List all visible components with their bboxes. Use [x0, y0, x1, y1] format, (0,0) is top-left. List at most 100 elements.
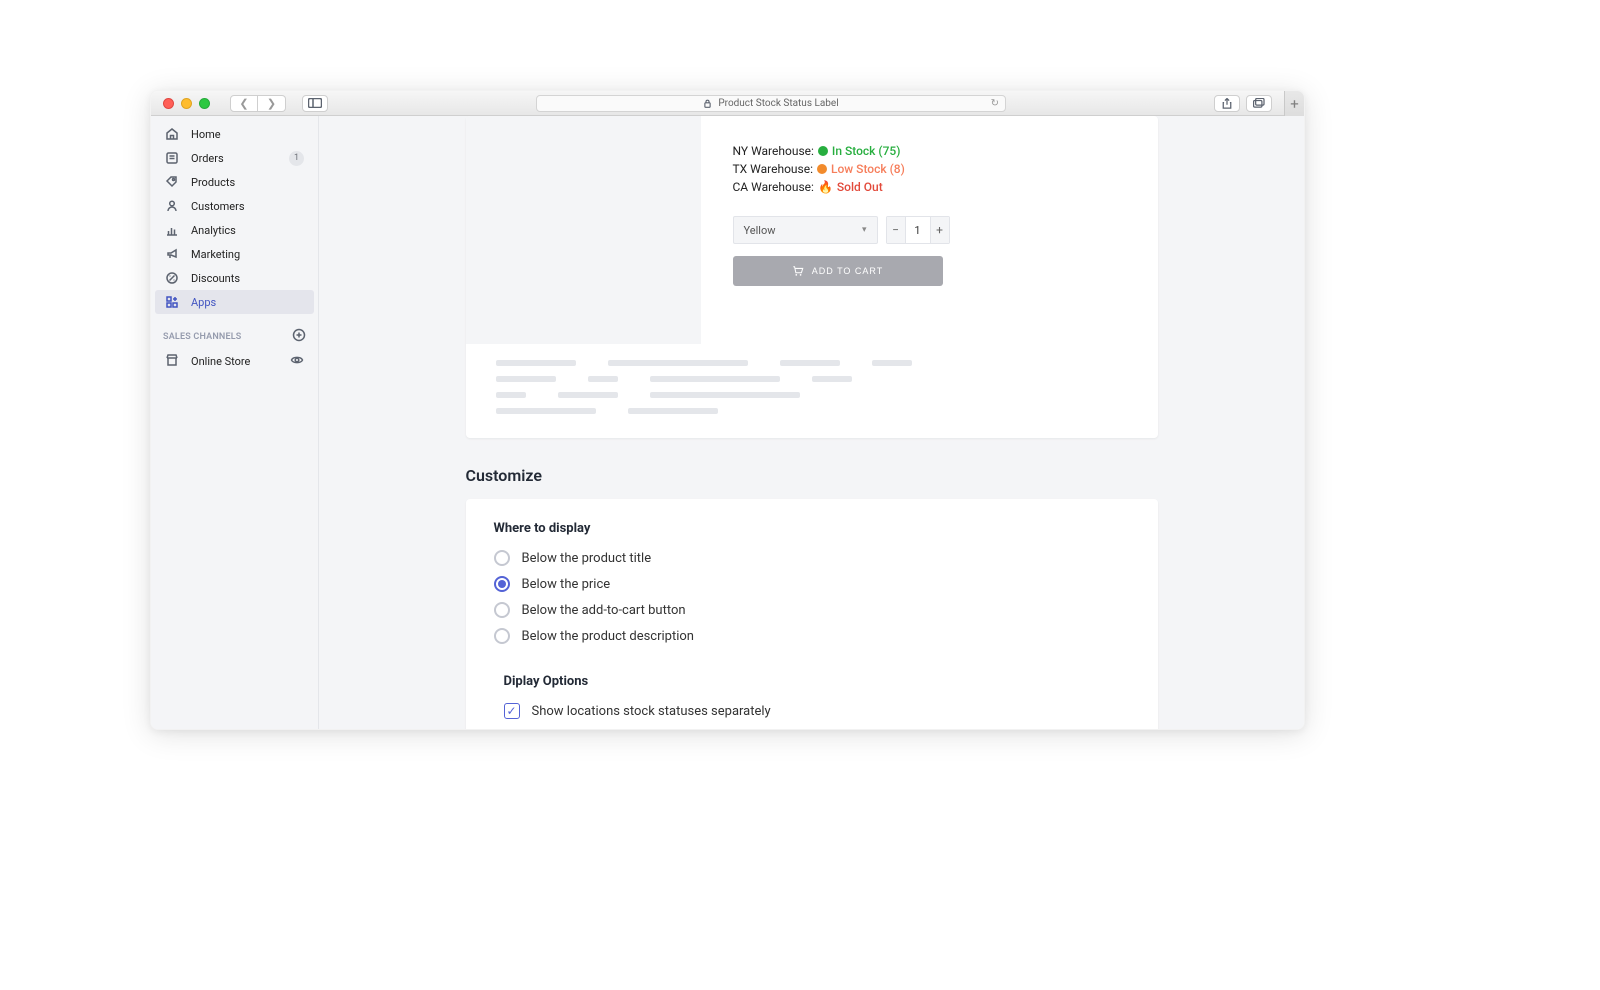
description-skeleton — [466, 344, 1158, 414]
radio-label: Below the product title — [522, 551, 652, 566]
radio-icon — [494, 628, 510, 644]
add-to-cart-label: ADD TO CART — [812, 266, 884, 276]
page-title: Product Stock Status Label — [718, 98, 838, 109]
sidebar-item-customers[interactable]: Customers — [155, 194, 314, 218]
cart-icon — [792, 265, 804, 277]
orders-icon — [165, 151, 179, 165]
chart-icon — [165, 223, 179, 237]
tag-icon — [165, 175, 179, 189]
nav-forward-button[interactable]: ❯ — [258, 95, 286, 112]
sidebar-item-label: Analytics — [191, 224, 304, 237]
sidebar-layout-icon — [308, 98, 322, 108]
tabs-icon — [1253, 98, 1265, 108]
product-image-placeholder — [466, 116, 701, 344]
stock-status-value: In Stock (75) — [832, 144, 901, 158]
share-icon — [1222, 98, 1232, 109]
qty-increment-button[interactable]: + — [930, 216, 950, 244]
tabs-overview-button[interactable] — [1246, 95, 1272, 112]
variant-selected-value: Yellow — [744, 224, 776, 237]
refresh-icon[interactable]: ↻ — [991, 98, 999, 109]
variant-row: Yellow ▾ − 1 + — [733, 216, 1098, 244]
sidebar-item-home[interactable]: Home — [155, 122, 314, 146]
sidebar: Home Orders 1 Products Customers Analyti… — [151, 116, 319, 729]
show-locations-separately-checkbox[interactable]: Show locations stock statuses separately — [504, 703, 1130, 719]
variant-select[interactable]: Yellow ▾ — [733, 216, 878, 244]
chevron-down-icon: ▾ — [862, 225, 867, 235]
stock-status-value: Low Stock (8) — [831, 162, 905, 176]
sidebar-item-label: Orders — [191, 152, 277, 165]
apps-icon — [165, 295, 179, 309]
store-icon — [165, 353, 179, 370]
display-position-option[interactable]: Below the price — [494, 576, 1130, 592]
window-zoom-icon[interactable] — [199, 98, 210, 109]
radio-icon — [494, 602, 510, 618]
display-options-title: Diplay Options — [504, 674, 1130, 689]
traffic-lights — [163, 98, 210, 109]
orders-badge: 1 — [289, 151, 304, 166]
plus-icon: + — [1290, 95, 1299, 113]
browser-window: ❮ ❯ Product Stock Status Label ↻ + — [150, 90, 1305, 730]
status-dot-green-icon — [818, 146, 828, 156]
quantity-stepper: − 1 + — [886, 216, 950, 244]
product-preview-card: NY Warehouse: In Stock (75) TX Warehouse… — [466, 116, 1158, 438]
radio-selected-icon — [494, 576, 510, 592]
sidebar-section-title: SALES CHANNELS — [151, 314, 318, 349]
new-tab-button[interactable]: + — [1284, 91, 1304, 116]
radio-label: Below the add-to-cart button — [522, 603, 686, 618]
sidebar-item-analytics[interactable]: Analytics — [155, 218, 314, 242]
checkbox-label: Show locations stock statuses separately — [532, 704, 771, 719]
stock-status-line: CA Warehouse: 🔥 Sold Out — [733, 180, 1098, 194]
preview-store-button[interactable] — [290, 353, 304, 370]
sidebar-item-label: Apps — [191, 296, 304, 309]
window-minimize-icon[interactable] — [181, 98, 192, 109]
page: Home Orders 1 Products Customers Analyti… — [151, 116, 1304, 729]
sidebar-item-label: Online Store — [191, 355, 250, 368]
add-to-cart-button[interactable]: ADD TO CART — [733, 256, 943, 286]
sidebar-item-orders[interactable]: Orders 1 — [155, 146, 314, 170]
share-button[interactable] — [1214, 95, 1240, 112]
stock-location-label: CA Warehouse: — [733, 180, 814, 194]
sidebar-item-apps[interactable]: Apps — [155, 290, 314, 314]
sidebar-toggle-button[interactable] — [302, 95, 328, 112]
radio-label: Below the product description — [522, 629, 694, 644]
lock-icon — [703, 99, 712, 108]
display-position-option[interactable]: Below the product title — [494, 550, 1130, 566]
stock-status-line: TX Warehouse: Low Stock (8) — [733, 162, 1098, 176]
toolbar-right-icons — [1214, 95, 1272, 112]
nav-back-forward: ❮ ❯ — [230, 95, 286, 112]
stock-status-value: Sold Out — [837, 180, 883, 194]
radio-icon — [494, 550, 510, 566]
sidebar-item-discounts[interactable]: Discounts — [155, 266, 314, 290]
customize-card: Where to display Below the product title… — [466, 499, 1158, 729]
display-position-option[interactable]: Below the product description — [494, 628, 1130, 644]
sidebar-item-products[interactable]: Products — [155, 170, 314, 194]
stock-location-label: NY Warehouse: — [733, 144, 814, 158]
qty-decrement-button[interactable]: − — [886, 216, 906, 244]
discount-icon — [165, 271, 179, 285]
sidebar-section-label: SALES CHANNELS — [163, 332, 241, 342]
where-to-display-title: Where to display — [494, 521, 1130, 536]
chevron-right-icon: ❯ — [267, 98, 276, 109]
status-dot-orange-icon — [817, 164, 827, 174]
mac-titlebar: ❮ ❯ Product Stock Status Label ↻ + — [151, 91, 1304, 116]
add-channel-button[interactable] — [292, 328, 306, 345]
sidebar-item-marketing[interactable]: Marketing — [155, 242, 314, 266]
stock-status-line: NY Warehouse: In Stock (75) — [733, 144, 1098, 158]
product-details: NY Warehouse: In Stock (75) TX Warehouse… — [733, 116, 1158, 344]
chevron-left-icon: ❮ — [239, 98, 248, 109]
nav-back-button[interactable]: ❮ — [230, 95, 258, 112]
sidebar-item-label: Home — [191, 128, 304, 141]
home-icon — [165, 127, 179, 141]
sidebar-item-label: Marketing — [191, 248, 304, 261]
url-bar[interactable]: Product Stock Status Label ↻ — [536, 95, 1006, 112]
main-content: NY Warehouse: In Stock (75) TX Warehouse… — [319, 116, 1304, 729]
display-position-option[interactable]: Below the add-to-cart button — [494, 602, 1130, 618]
radio-label: Below the price — [522, 577, 611, 592]
checkbox-checked-icon — [504, 703, 520, 719]
sidebar-item-label: Discounts — [191, 272, 304, 285]
fire-icon: 🔥 — [818, 180, 833, 194]
window-close-icon[interactable] — [163, 98, 174, 109]
sidebar-item-label: Customers — [191, 200, 304, 213]
megaphone-icon — [165, 247, 179, 261]
sidebar-channel-online-store[interactable]: Online Store — [155, 349, 314, 373]
